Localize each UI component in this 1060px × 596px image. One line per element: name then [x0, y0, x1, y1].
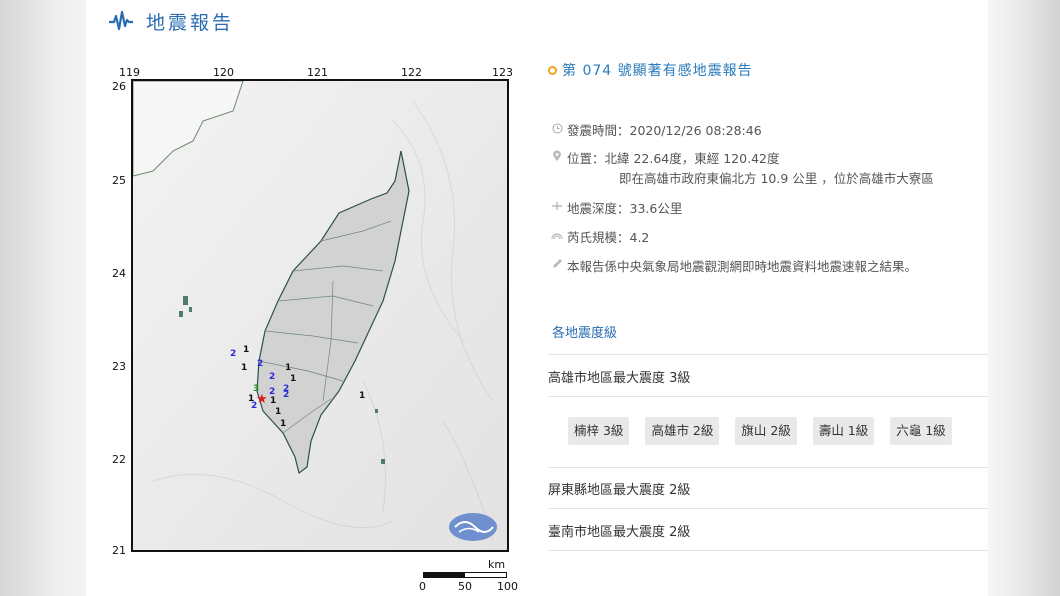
- lat-tick: 24: [112, 267, 126, 280]
- cwb-logo-icon: [449, 513, 497, 541]
- lat-tick: 23: [112, 360, 126, 373]
- station-chip: 六龜 1級: [890, 417, 952, 445]
- intensity-marker: 1: [270, 396, 276, 406]
- map-canvas: 2 1 1 2 1 2 1 3 2 2 2 1 2 1 1 1 1 ★: [131, 79, 509, 552]
- earthquake-map[interactable]: 119 120 121 122 123 26 25 24 23 22 21 2 …: [104, 62, 524, 596]
- region-row-pingtung[interactable]: 屏東縣地區最大震度 2級: [548, 479, 690, 498]
- intensity-marker: 2: [269, 372, 275, 382]
- intensity-section-label: 各地震度級: [552, 326, 618, 341]
- intensity-marker: 1: [280, 419, 286, 429]
- report-page: 地震報告 119 120 121 122 123 26 25 24 23 22 …: [86, 0, 988, 596]
- intensity-marker: 2: [257, 359, 263, 369]
- intensity-marker: 1: [285, 363, 291, 373]
- report-title-text: 第 074 號顯著有感地震報告: [562, 63, 753, 79]
- pen-icon: [548, 257, 566, 271]
- report-title: 第 074 號顯著有感地震報告: [548, 60, 988, 80]
- lat-tick: 26: [112, 80, 126, 93]
- lat-tick: 21: [112, 544, 126, 557]
- lon-tick: 119: [119, 66, 140, 79]
- report-note: 本報告係中央氣象局地震觀測網即時地震資料地震速報之結果。: [548, 257, 917, 277]
- scale-label: 50: [458, 580, 472, 593]
- lon-tick: 120: [213, 66, 234, 79]
- depth-icon: [548, 199, 566, 213]
- station-chip: 高雄市 2級: [645, 417, 720, 445]
- intensity-marker: 1: [359, 391, 365, 401]
- background-right: [988, 0, 1060, 596]
- intensity-marker: 1: [243, 345, 249, 355]
- intensity-marker: 1: [241, 363, 247, 373]
- station-chip: 旗山 2級: [735, 417, 797, 445]
- region-row-kaohsiung[interactable]: 高雄市地區最大震度 3級: [548, 367, 690, 386]
- seismograph-icon: [108, 10, 134, 32]
- background-left: [0, 0, 86, 596]
- intensity-marker: 2: [283, 390, 289, 400]
- divider: [548, 396, 988, 397]
- scale-bar: [423, 572, 507, 578]
- lat-tick: 22: [112, 453, 126, 466]
- magnitude-icon: [548, 228, 566, 242]
- station-list: 楠梓 3級 高雄市 2級 旗山 2級 壽山 1級 六龜 1級: [568, 417, 952, 445]
- divider: [548, 550, 988, 551]
- lon-tick: 121: [307, 66, 328, 79]
- page-title: 地震報告: [146, 11, 235, 34]
- intensity-marker: 1: [275, 407, 281, 417]
- location-pin-icon: [548, 149, 566, 163]
- status-dot-icon: [548, 65, 557, 75]
- station-chip: 楠梓 3級: [568, 417, 630, 445]
- quake-location: 位置：北緯 22.64度，東經 120.42度 即在高雄市政府東偏北方 10.9…: [548, 149, 934, 189]
- region-row-tainan[interactable]: 臺南市地區最大震度 2級: [548, 521, 690, 540]
- lon-tick: 122: [401, 66, 422, 79]
- intensity-marker: 2: [230, 349, 236, 359]
- report-info: 第 074 號顯著有感地震報告 發震時間：2020/12/26 08:28:46…: [548, 60, 988, 551]
- station-chip: 壽山 1級: [812, 417, 875, 445]
- quake-depth: 地震深度：33.6公里: [548, 199, 682, 219]
- divider: [548, 508, 988, 509]
- divider: [548, 354, 988, 355]
- divider: [548, 467, 988, 468]
- quake-time: 發震時間：2020/12/26 08:28:46: [548, 121, 762, 141]
- intensity-marker: 1: [290, 374, 296, 384]
- lon-tick: 123: [492, 66, 513, 79]
- scale-label: 100: [497, 580, 518, 593]
- scale-unit: km: [488, 558, 506, 571]
- epicenter-star-icon: ★: [256, 392, 268, 407]
- page-header: 地震報告: [108, 6, 234, 36]
- scale-label: 0: [419, 580, 426, 593]
- clock-icon: [548, 121, 566, 135]
- quake-magnitude: 芮氏規模：4.2: [548, 228, 649, 248]
- lat-tick: 25: [112, 174, 126, 187]
